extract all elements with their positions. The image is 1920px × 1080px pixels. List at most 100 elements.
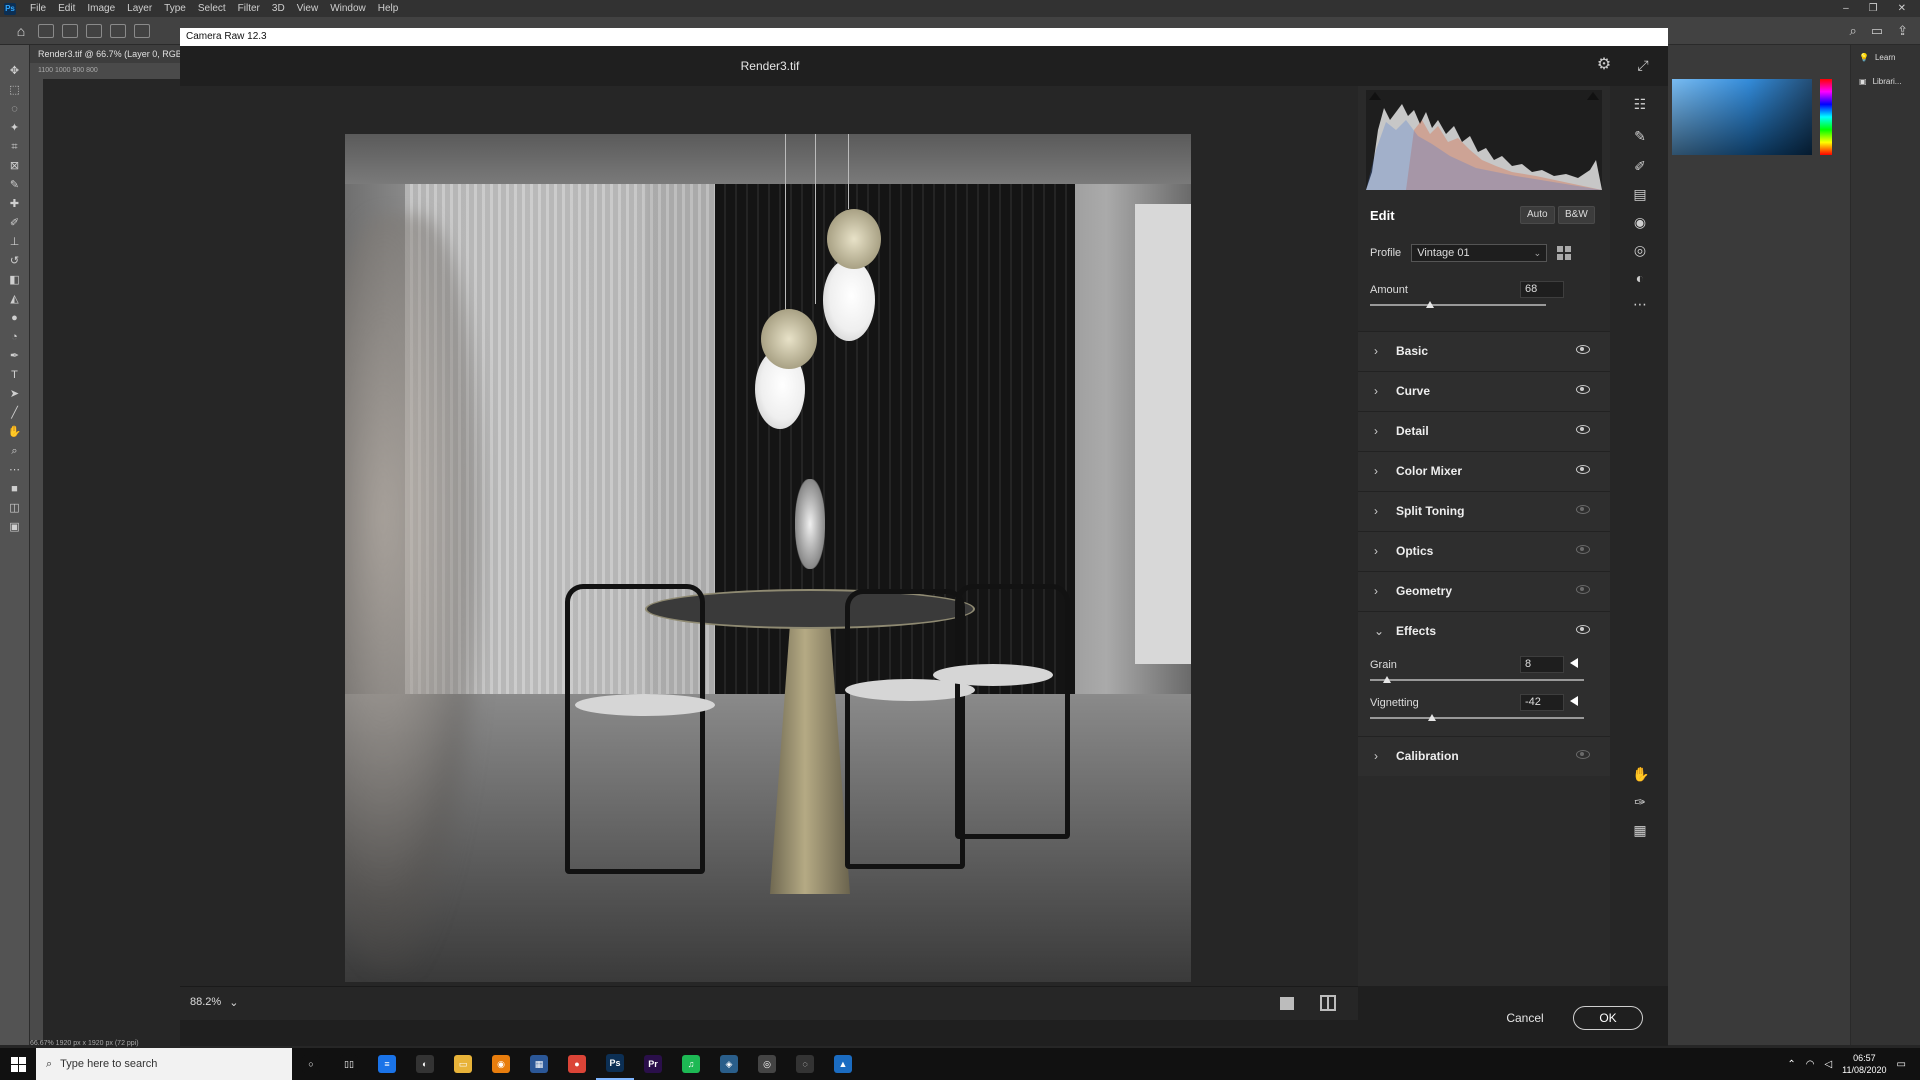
eye-icon[interactable] [1576, 585, 1590, 594]
grain-value[interactable]: 8 [1520, 656, 1564, 673]
preview-image[interactable] [345, 134, 1191, 982]
section-geometry[interactable]: › Geometry [1358, 571, 1610, 611]
color-sampler-icon[interactable]: ✑ [1632, 794, 1648, 810]
new-selection-icon[interactable] [62, 23, 78, 38]
app-15[interactable]: ▲ [824, 1048, 862, 1080]
image-preview-area[interactable] [180, 86, 1358, 986]
profile-dropdown[interactable]: Vintage 01 ⌄ [1411, 244, 1548, 262]
grid-icon[interactable]: ▦ [1632, 822, 1648, 838]
auto-button[interactable]: Auto [1520, 206, 1555, 224]
more-tools-icon[interactable]: ⋯ [8, 464, 22, 477]
intersect-selection-icon[interactable] [134, 23, 150, 38]
radial-filter-icon[interactable]: ◉ [1632, 214, 1648, 230]
menu-edit[interactable]: Edit [52, 3, 81, 14]
clock[interactable]: 06:57 11/08/2020 [1842, 1052, 1886, 1076]
path-select-icon[interactable]: ➤ [8, 388, 22, 401]
spot-removal-icon[interactable]: ✎ [1632, 128, 1648, 144]
paint-bucket-icon[interactable]: ◭ [8, 293, 22, 306]
eye-icon[interactable] [1576, 345, 1590, 354]
shadow-clipping-icon[interactable] [1369, 92, 1381, 100]
section-split-toning[interactable]: › Split Toning [1358, 491, 1610, 531]
minimize-button[interactable]: – [1843, 3, 1849, 14]
eye-icon[interactable] [1576, 545, 1590, 554]
search-icon[interactable]: ⌕ [1850, 23, 1857, 39]
menu-image[interactable]: Image [81, 3, 121, 14]
restore-button[interactable]: ❐ [1869, 3, 1878, 14]
eraser-icon[interactable]: ◧ [8, 274, 22, 287]
menu-window[interactable]: Window [324, 3, 372, 14]
menu-filter[interactable]: Filter [232, 3, 266, 14]
zoom-tool-icon[interactable]: ⌕ [8, 445, 22, 458]
workspace-icon[interactable]: ▭ [1871, 23, 1883, 39]
menu-file[interactable]: File [24, 3, 52, 14]
share-icon[interactable]: ⇪ [1897, 23, 1908, 39]
color-picker-field[interactable] [1672, 79, 1812, 155]
before-after-view-icon[interactable] [1320, 995, 1336, 1011]
eyedropper-icon[interactable]: ✎ [8, 179, 22, 192]
taskbar-search-input[interactable]: ⌕ Type here to search [36, 1048, 292, 1080]
section-color-mixer[interactable]: › Color Mixer [1358, 451, 1610, 491]
stamp-tool-icon[interactable]: ⊥ [8, 236, 22, 249]
section-calibration[interactable]: › Calibration [1358, 736, 1610, 776]
section-optics[interactable]: › Optics [1358, 531, 1610, 571]
menu-type[interactable]: Type [158, 3, 192, 14]
menu-select[interactable]: Select [192, 3, 232, 14]
dodge-tool-icon[interactable]: ◔ [8, 331, 22, 344]
app-12[interactable]: ◈ [710, 1048, 748, 1080]
section-effects[interactable]: ⌄ Effects [1358, 611, 1610, 651]
pen-tool-icon[interactable]: ✒ [8, 350, 22, 363]
eye-icon[interactable] [1576, 425, 1590, 434]
photoshop-app[interactable]: Ps [596, 1048, 634, 1080]
presets-icon[interactable]: ◐ [1632, 270, 1648, 286]
ok-button[interactable]: OK [1573, 1006, 1643, 1030]
gear-icon[interactable]: ⚙ [1595, 56, 1613, 74]
learn-tab[interactable]: 💡 Learn [1859, 53, 1895, 62]
highlight-clipping-icon[interactable] [1587, 92, 1599, 100]
eye-icon[interactable] [1576, 385, 1590, 394]
add-selection-icon[interactable] [86, 23, 102, 38]
reset-arrow-icon[interactable] [1570, 658, 1578, 668]
section-detail[interactable]: › Detail [1358, 411, 1610, 451]
profile-browser-icon[interactable] [1557, 246, 1572, 260]
eye-icon[interactable] [1576, 465, 1590, 474]
screen-mode-icon[interactable]: ▣ [8, 521, 22, 534]
grain-slider-track[interactable] [1370, 679, 1584, 681]
close-button[interactable]: ✕ [1898, 3, 1906, 14]
app-3[interactable]: ≡ [368, 1048, 406, 1080]
notifications-icon[interactable]: ▭ [1897, 1059, 1906, 1070]
menu-layer[interactable]: Layer [121, 3, 158, 14]
color-swatch-icon[interactable]: ■ [8, 483, 22, 496]
volume-icon[interactable]: ◁ [1824, 1059, 1832, 1070]
amount-value[interactable]: 68 [1520, 281, 1564, 298]
marquee-tool-icon[interactable]: ⬚ [8, 84, 22, 97]
network-icon[interactable]: ◠ [1806, 1059, 1815, 1070]
fullscreen-icon[interactable]: ⤢ [1634, 56, 1652, 74]
vignetting-value[interactable]: -42 [1520, 694, 1564, 711]
eye-icon[interactable] [1576, 625, 1590, 634]
chevron-up-icon[interactable]: ⌃ [1787, 1059, 1795, 1070]
menu-view[interactable]: View [291, 3, 325, 14]
bw-button[interactable]: B&W [1558, 206, 1595, 224]
app-14[interactable]: ◌ [786, 1048, 824, 1080]
edit-sliders-icon[interactable]: ☷ [1632, 96, 1648, 112]
home-icon[interactable]: ⌂ [12, 23, 30, 39]
history-brush-icon[interactable]: ↺ [8, 255, 22, 268]
lasso-tool-icon[interactable]: ◌ [8, 103, 22, 116]
blender-app[interactable]: ◉ [482, 1048, 520, 1080]
red-eye-icon[interactable]: ◎ [1632, 242, 1648, 258]
lasso-tool-preset-icon[interactable] [38, 23, 54, 38]
vignetting-slider-track[interactable] [1370, 717, 1584, 719]
reset-arrow-icon[interactable] [1570, 696, 1578, 706]
hand-icon[interactable]: ✋ [1632, 766, 1649, 782]
app-4[interactable]: ◐ [406, 1048, 444, 1080]
subtract-selection-icon[interactable] [110, 23, 126, 38]
quick-mask-icon[interactable]: ◫ [8, 502, 22, 515]
spotify-app[interactable]: ♫ [672, 1048, 710, 1080]
task-view-app[interactable]: ▯▯ [330, 1048, 368, 1080]
cortana-app[interactable]: ○ [292, 1048, 330, 1080]
crop-tool-icon[interactable]: ⌗ [8, 141, 22, 154]
document-tab[interactable]: Render3.tif @ 66.7% (Layer 0, RGB/8 [30, 45, 180, 63]
app-13[interactable]: ◎ [748, 1048, 786, 1080]
type-tool-icon[interactable]: T [8, 369, 22, 382]
windows-start-icon[interactable] [0, 1048, 36, 1080]
